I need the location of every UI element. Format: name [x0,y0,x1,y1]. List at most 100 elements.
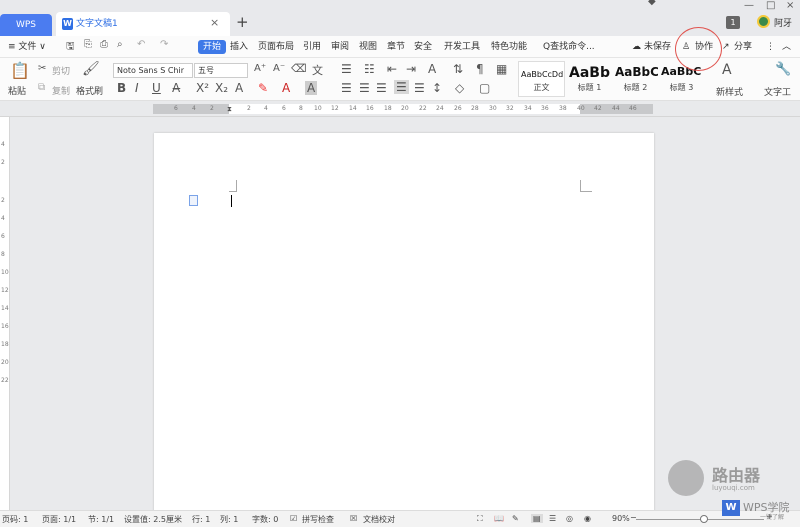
copy-icon[interactable]: ⧉ [38,82,45,93]
file-menu[interactable]: ≡ 文件 ∨ [8,40,46,54]
decrease-indent-icon[interactable]: ⇤ [387,62,397,76]
align-center-icon[interactable]: ☰ [359,81,370,95]
status-page-code[interactable]: 页码: 1 [2,514,28,525]
status-col[interactable]: 列: 1 [220,514,238,525]
zoom-level[interactable]: 90% [612,514,630,523]
cut-icon[interactable]: ✂ [38,63,46,74]
undo-icon[interactable]: ↶ [137,39,145,50]
new-style-icon[interactable]: A [722,62,732,78]
justify-icon[interactable]: ☰ [394,80,409,94]
shrink-font-icon[interactable]: A⁻ [273,63,285,74]
increase-indent-icon[interactable]: ⇥ [406,62,416,76]
strikethrough-icon[interactable]: A̶ [172,81,180,95]
align-right-icon[interactable]: ☰ [376,81,387,95]
vertical-ruler[interactable]: 4 2 2 4 6 8 10 12 14 16 18 20 22 [0,117,10,510]
status-page[interactable]: 页面: 1/1 [42,514,76,525]
char-shading-icon[interactable]: A [305,81,318,95]
write-mode-icon[interactable]: ✎ [512,514,519,523]
notification-badge[interactable]: 1 [726,16,740,29]
tab-document[interactable]: W 文字文稿1 × [56,12,230,36]
italic-icon[interactable]: I [135,81,139,95]
close-window-button[interactable]: × [786,0,794,11]
grow-font-icon[interactable]: A⁺ [254,63,266,74]
shading-icon[interactable]: ◇ [455,81,464,95]
tab-insert[interactable]: 插入 [230,40,248,54]
maximize-button[interactable]: □ [766,0,775,11]
status-setting[interactable]: 设置值: 2.5厘米 [124,514,182,525]
font-size-select[interactable]: 五号 [194,63,248,78]
redo-icon[interactable]: ↷ [160,39,168,50]
status-section[interactable]: 节: 1/1 [88,514,114,525]
style-normal[interactable]: AaBbCcDd 正文 [518,61,565,97]
bullet-list-icon[interactable]: ☰ [341,62,352,76]
highlight-icon[interactable]: ✎ [258,81,268,95]
paste-button[interactable]: 粘贴 [8,84,26,97]
read-mode-icon[interactable]: 📖 [494,514,504,523]
share-icon[interactable]: ↗ [722,40,730,54]
tab-close-icon[interactable]: × [210,16,219,29]
horizontal-ruler[interactable]: 6 4 2 ⧗ 2 4 6 8 10 12 14 16 18 20 22 24 … [0,101,800,117]
chinese-layout-icon[interactable]: A [428,62,436,76]
print-icon[interactable]: ⎙ [100,39,108,50]
unsaved-status[interactable]: 未保存 [644,40,671,54]
zoom-slider-handle[interactable] [700,515,708,523]
format-painter-button[interactable]: 格式刷 [76,84,103,97]
sort-icon[interactable]: ⇅ [453,62,463,76]
more-icon[interactable]: ⋮ [766,40,775,54]
table-layout-icon[interactable]: ▦ [496,62,507,76]
style-heading-1[interactable]: AaBb 标题 1 [566,61,613,97]
status-row[interactable]: 行: 1 [192,514,210,525]
borders-icon[interactable]: ▢ [479,81,490,95]
eye-protect-icon[interactable]: ◉ [584,514,591,523]
numbered-list-icon[interactable]: ☷ [364,62,375,76]
subscript-icon[interactable]: X₂ [215,81,228,95]
outline-view-icon[interactable]: ☰ [549,514,556,523]
tab-wps-home[interactable]: WPS [0,14,52,36]
text-tool-icon[interactable]: 🔧 [775,62,791,77]
status-words[interactable]: 字数: 0 [252,514,278,525]
minimize-button[interactable]: — [744,0,754,11]
tab-chapter[interactable]: 章节 [387,40,405,54]
format-painter-icon[interactable]: 🖌 [82,61,100,77]
zoom-out-icon[interactable]: − [630,513,637,522]
spellcheck-button[interactable]: 拼写检查 [302,514,334,525]
superscript-icon[interactable]: X² [196,81,209,95]
proofread-button[interactable]: 文档校对 [363,514,395,525]
window-menu-icon[interactable]: ◆ [648,0,656,7]
cloud-unsaved-icon[interactable]: ☁ [632,40,641,54]
font-name-select[interactable]: Noto Sans S Chir [113,63,193,78]
tab-view[interactable]: 视图 [359,40,377,54]
style-heading-2[interactable]: AaBbC 标题 2 [612,61,659,97]
save-icon[interactable]: 🖫 [66,39,75,56]
command-search[interactable]: Q查找命令... [543,40,595,54]
document-page[interactable] [154,133,654,513]
distribute-icon[interactable]: ☰ [414,81,425,95]
tab-security[interactable]: 安全 [414,40,432,54]
document-nav-icon[interactable] [189,195,198,206]
fullscreen-icon[interactable]: ⛶ [477,514,483,524]
collapse-ribbon-icon[interactable]: ︿ [782,40,791,54]
underline-icon[interactable]: U [152,81,161,95]
align-left-icon[interactable]: ☰ [341,81,352,95]
clear-format-icon[interactable]: ⌫ [291,62,307,75]
text-effect-icon[interactable]: A [235,81,243,95]
tab-developer[interactable]: 开发工具 [444,40,480,54]
output-icon[interactable]: ⎘ [84,39,92,50]
tab-references[interactable]: 引用 [303,40,321,54]
share-button[interactable]: 分享 [734,40,752,54]
new-tab-button[interactable]: + [236,13,249,31]
paste-icon[interactable]: 📋 [10,61,30,80]
line-spacing-icon[interactable]: ↕ [432,81,442,95]
phonetic-icon[interactable]: 文 [312,62,323,78]
new-style-button[interactable]: 新样式 [716,85,743,98]
font-color-icon[interactable]: A [282,81,290,95]
tab-review[interactable]: 审阅 [331,40,349,54]
show-marks-icon[interactable]: ¶ [476,62,484,76]
user-name[interactable]: 阿牙 [774,16,792,29]
cut-button[interactable]: 剪切 [52,64,70,77]
tab-page-layout[interactable]: 页面布局 [258,40,294,54]
spellcheck-icon[interactable]: ☑ [290,514,297,523]
copy-button[interactable]: 复制 [52,84,70,97]
tab-start[interactable]: 开始 [198,40,227,54]
preview-icon[interactable]: ⌕ [117,39,123,50]
